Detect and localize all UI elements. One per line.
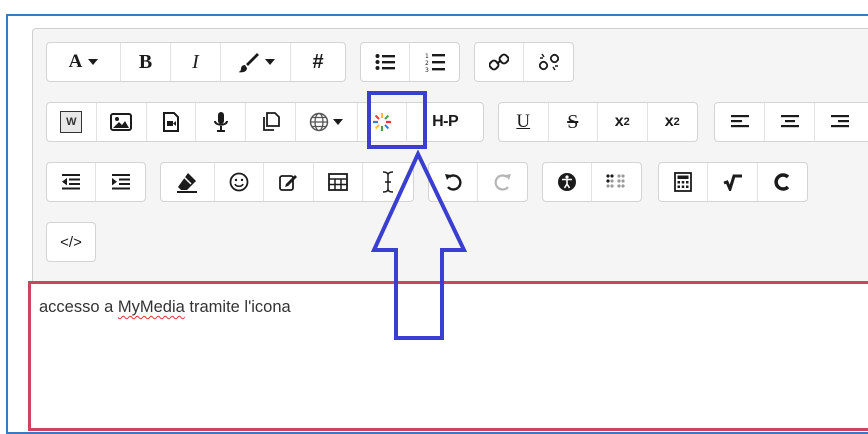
- indent-icon: [111, 174, 130, 190]
- align-right-button[interactable]: [815, 103, 865, 141]
- group-text-format: U S x2 x2: [498, 102, 698, 142]
- group-text-style: A B I #: [46, 42, 346, 82]
- bold-button[interactable]: B: [121, 43, 171, 81]
- clear-format-button[interactable]: [161, 163, 215, 201]
- font-color-label: A: [68, 51, 83, 72]
- indent-button[interactable]: [96, 163, 145, 201]
- brush-icon: [237, 51, 259, 73]
- unlink-button[interactable]: [524, 43, 573, 81]
- italic-button[interactable]: I: [171, 43, 221, 81]
- square-root-icon: [723, 173, 743, 191]
- underline-button[interactable]: U: [499, 103, 549, 141]
- link-icon: [489, 52, 509, 72]
- chemistry-c-icon: [774, 173, 790, 191]
- chevron-down-icon: [88, 59, 99, 65]
- align-right-icon: [831, 114, 849, 130]
- html-label: </>: [60, 233, 82, 251]
- calculator-icon: [674, 172, 693, 192]
- mymedia-highlight-box: [367, 91, 427, 149]
- paint-brush-button[interactable]: [221, 43, 291, 81]
- group-html: </>: [46, 222, 96, 262]
- subscript-base-label: x: [614, 113, 624, 130]
- svg-text:1: 1: [425, 53, 429, 60]
- mathtype-button[interactable]: [708, 163, 758, 201]
- strikethrough-button[interactable]: S: [549, 103, 598, 141]
- smiley-icon: [229, 172, 249, 192]
- subscript-index-label: 2: [623, 116, 630, 128]
- text-before: accesso a: [39, 298, 118, 316]
- emoticon-button[interactable]: [215, 163, 265, 201]
- hash-label: #: [312, 50, 324, 73]
- bullet-list-button[interactable]: [361, 43, 411, 81]
- accessibility-checker-button[interactable]: [543, 163, 593, 201]
- manage-files-button[interactable]: [246, 103, 296, 141]
- superscript-button[interactable]: x2: [648, 103, 698, 141]
- bullet-list-icon: [375, 53, 395, 71]
- globe-icon: [309, 112, 329, 132]
- image-icon: [110, 113, 133, 131]
- image-button[interactable]: [97, 103, 147, 141]
- chemtype-button[interactable]: [758, 163, 807, 201]
- accessibility-icon: [557, 172, 577, 192]
- editor-text: accesso a MyMedia tramite l'icona: [39, 298, 291, 317]
- group-accessibility: [542, 162, 642, 202]
- braille-icon: [605, 174, 628, 190]
- language-button[interactable]: [296, 103, 358, 141]
- text-after: tramite l'icona: [184, 298, 291, 316]
- html-source-button[interactable]: </>: [47, 223, 95, 261]
- outdent-button[interactable]: [47, 163, 97, 201]
- eraser-icon: [176, 171, 198, 193]
- video-file-icon: [162, 112, 180, 132]
- screenreader-helper-button[interactable]: [592, 163, 641, 201]
- group-align: [714, 102, 868, 142]
- font-color-button[interactable]: A: [47, 43, 121, 81]
- superscript-index-label: 2: [673, 116, 680, 128]
- unlink-icon: [538, 52, 559, 72]
- strikethrough-label: S: [567, 110, 579, 133]
- group-lists: 123: [360, 42, 460, 82]
- numbered-list-button[interactable]: 123: [410, 43, 459, 81]
- chevron-down-icon: [333, 119, 344, 125]
- annotation-arrow: [370, 149, 470, 347]
- media-button[interactable]: [147, 103, 197, 141]
- italic-label: I: [192, 50, 199, 73]
- word-icon: W: [60, 111, 83, 133]
- table-icon: [328, 173, 348, 191]
- superscript-base-label: x: [664, 113, 674, 130]
- misspelled-word: MyMedia: [117, 298, 185, 316]
- hash-button[interactable]: #: [291, 43, 345, 81]
- align-left-icon: [730, 114, 749, 130]
- align-left-button[interactable]: [715, 103, 765, 141]
- bold-label: B: [138, 50, 153, 73]
- underline-label: U: [516, 111, 531, 132]
- redo-button[interactable]: [478, 163, 527, 201]
- align-center-icon: [780, 114, 799, 130]
- group-links: [474, 42, 574, 82]
- numbered-list-icon: 123: [425, 52, 445, 72]
- chevron-down-icon: [264, 59, 275, 65]
- h5p-label: H-P: [432, 113, 459, 130]
- align-center-button[interactable]: [765, 103, 815, 141]
- record-audio-button[interactable]: [196, 103, 247, 141]
- edit-button[interactable]: [264, 163, 314, 201]
- microphone-icon: [213, 111, 228, 133]
- outdent-icon: [62, 174, 80, 190]
- edit-pencil-icon: [278, 172, 298, 192]
- redo-icon: [494, 173, 512, 191]
- group-indent: [46, 162, 146, 202]
- table-button[interactable]: [314, 163, 364, 201]
- group-math: [658, 162, 808, 202]
- subscript-button[interactable]: x2: [598, 103, 648, 141]
- svg-text:3: 3: [425, 67, 429, 72]
- link-button[interactable]: [475, 43, 525, 81]
- word-paste-button[interactable]: W: [47, 103, 97, 141]
- equation-editor-button[interactable]: [659, 163, 709, 201]
- svg-text:2: 2: [425, 60, 429, 67]
- copy-files-icon: [260, 112, 281, 132]
